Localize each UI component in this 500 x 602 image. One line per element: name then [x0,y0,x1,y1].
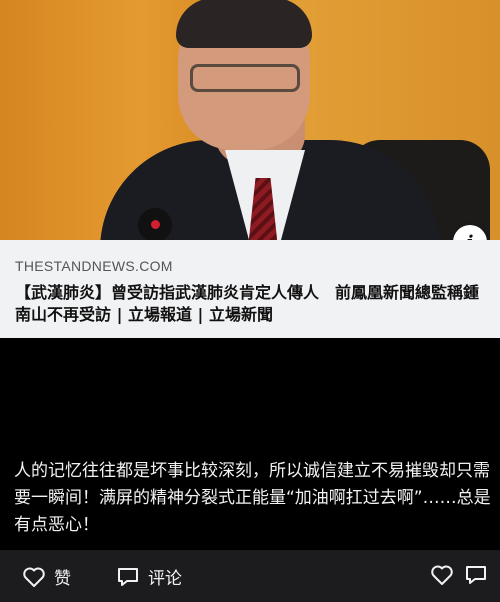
heart-outline-icon [430,564,454,586]
chat-bubble-icon [116,566,140,588]
chat-bubble-icon [464,564,488,586]
photo-glasses [190,64,300,92]
link-headline: 【武漢肺炎】曾受訪指武漢肺炎肯定人傳人 前鳳凰新聞總監稱鍾南山不再受訪 | 立場… [15,283,480,324]
photo-hair [176,0,312,48]
comment-button[interactable]: 评论 [116,564,182,589]
microphone [138,208,172,240]
like-label: 赞 [54,569,71,589]
post-text: 人的记忆往往都是坏事比较深刻，所以诚信建立不易摧毁却只需要一瞬间！满屏的精神分裂… [14,461,491,535]
heart-outline-icon [22,566,46,588]
reply-button[interactable] [464,564,488,586]
comment-label: 评论 [148,569,182,589]
like-button[interactable]: 赞 [22,564,71,589]
link-domain: THESTANDNEWS.COM [15,258,173,274]
article-photo[interactable] [0,0,500,240]
action-bar: 赞 评论 [0,550,500,602]
favorite-button[interactable] [430,564,454,586]
link-preview-card[interactable]: THESTANDNEWS.COM 【武漢肺炎】曾受訪指武漢肺炎肯定人傳人 前鳳凰… [0,240,500,338]
